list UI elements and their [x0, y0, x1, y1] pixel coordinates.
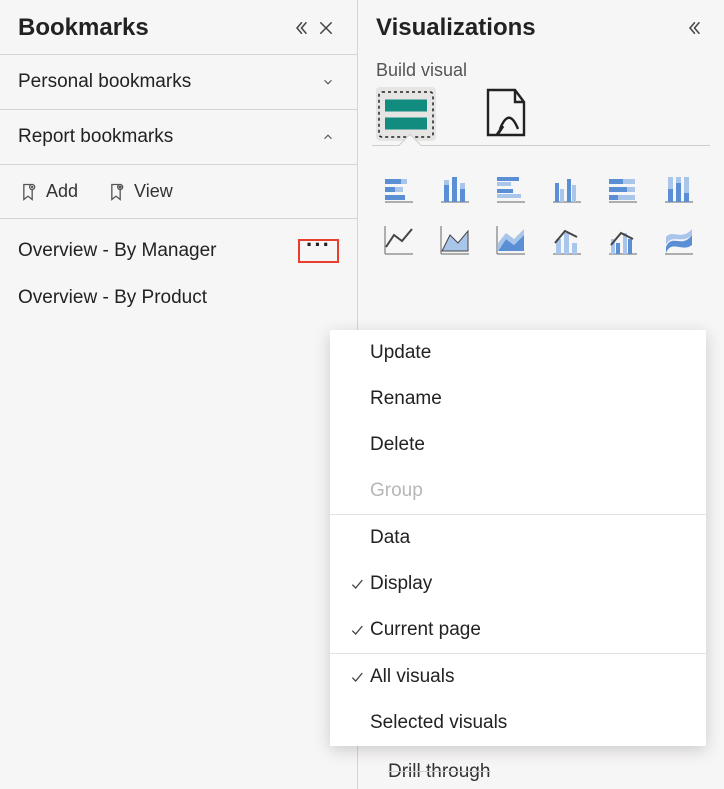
bookmarks-pane: Bookmarks Personal bookmarks Report book…: [0, 0, 358, 789]
chevron-up-icon: [317, 126, 339, 148]
report-bookmarks-label: Report bookmarks: [18, 126, 317, 148]
bookmark-add-icon: [18, 182, 38, 202]
ctx-label: Group: [370, 480, 423, 502]
personal-bookmarks-header[interactable]: Personal bookmarks: [0, 54, 357, 109]
ctx-display[interactable]: Display: [330, 561, 706, 607]
ctx-label: Display: [370, 573, 432, 595]
view-label: View: [134, 181, 173, 202]
line-clustered-column-button[interactable]: [600, 217, 646, 263]
close-icon[interactable]: [313, 15, 339, 41]
clustered-bar-chart-button[interactable]: [488, 165, 534, 211]
collapse-icon[interactable]: [680, 15, 706, 41]
ctx-label: All visuals: [370, 666, 454, 688]
build-visual-icon: [376, 89, 436, 140]
area-chart-button[interactable]: [432, 217, 478, 263]
bookmark-item[interactable]: Overview - By Product: [0, 275, 357, 321]
clustered-column-chart-button[interactable]: [544, 165, 590, 211]
format-visual-mode-button[interactable]: [476, 87, 536, 141]
bookmark-view-icon: [106, 182, 126, 202]
report-bookmarks-header[interactable]: Report bookmarks: [0, 109, 357, 164]
ctx-all-visuals[interactable]: All visuals: [330, 654, 706, 700]
bookmark-item[interactable]: Overview - By Manager ···: [0, 227, 357, 275]
ctx-label: Selected visuals: [370, 712, 507, 734]
ctx-group: Group: [330, 468, 706, 514]
ctx-update[interactable]: Update: [330, 330, 706, 376]
check-icon: [344, 669, 370, 685]
bookmark-item-label: Overview - By Product: [18, 287, 339, 309]
ctx-label: Rename: [370, 388, 442, 410]
ctx-label: Current page: [370, 619, 481, 641]
check-icon: [344, 622, 370, 638]
ctx-current-page[interactable]: Current page: [330, 607, 706, 653]
ctx-data[interactable]: Data: [330, 515, 706, 561]
ctx-delete[interactable]: Delete: [330, 422, 706, 468]
build-visual-label: Build visual: [358, 54, 724, 81]
chevron-down-icon: [317, 71, 339, 93]
ctx-label: Update: [370, 342, 431, 364]
line-chart-button[interactable]: [376, 217, 422, 263]
add-bookmark-button[interactable]: Add: [18, 181, 78, 202]
view-bookmark-button[interactable]: View: [106, 181, 173, 202]
bookmark-more-button[interactable]: ···: [298, 239, 339, 263]
drill-through-label: Drill through: [388, 761, 490, 783]
personal-bookmarks-label: Personal bookmarks: [18, 71, 317, 93]
visualizations-title: Visualizations: [376, 14, 680, 42]
format-visual-icon: [476, 84, 536, 144]
add-label: Add: [46, 181, 78, 202]
stacked-column-chart-button[interactable]: [432, 165, 478, 211]
ctx-selected-visuals[interactable]: Selected visuals: [330, 700, 706, 746]
bookmark-context-menu: Update Rename Delete Group Data Display …: [330, 330, 706, 746]
bookmarks-title: Bookmarks: [18, 14, 287, 42]
stacked-bar-chart-button[interactable]: [376, 165, 422, 211]
ctx-label: Data: [370, 527, 410, 549]
hundred-percent-bar-button[interactable]: [600, 165, 646, 211]
bookmark-item-label: Overview - By Manager: [18, 240, 296, 262]
ribbon-chart-button[interactable]: [656, 217, 702, 263]
hundred-percent-column-button[interactable]: [656, 165, 702, 211]
line-stacked-column-button[interactable]: [544, 217, 590, 263]
ctx-rename[interactable]: Rename: [330, 376, 706, 422]
build-visual-mode-button[interactable]: [376, 87, 436, 141]
check-icon: [344, 576, 370, 592]
stacked-area-chart-button[interactable]: [488, 217, 534, 263]
ctx-label: Delete: [370, 434, 425, 456]
collapse-icon[interactable]: [287, 15, 313, 41]
